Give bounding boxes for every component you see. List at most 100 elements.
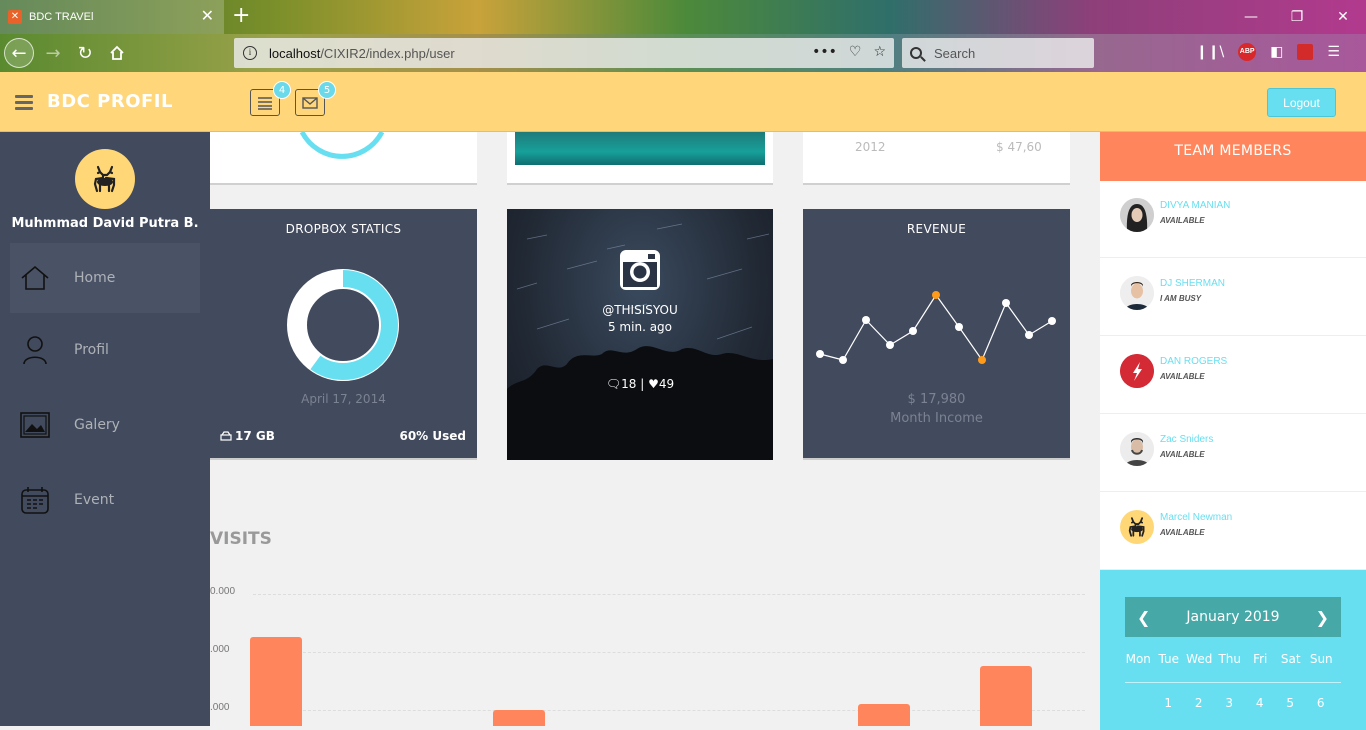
member-name: Zac Sniders xyxy=(1160,434,1214,445)
revenue-point xyxy=(862,316,870,324)
visits-bar[interactable] xyxy=(980,666,1032,726)
hdd-icon xyxy=(220,431,232,441)
revenue-point xyxy=(1025,331,1033,339)
url-actions: ••• ♡ ☆ xyxy=(812,44,886,60)
revenue-amount: $ 17,980 xyxy=(907,392,966,407)
browser-toolbar-right: ❙❙\ ABP ◧ ☰ xyxy=(1196,43,1340,61)
pocket-icon[interactable]: ♡ xyxy=(849,44,862,60)
y-axis-label: .000 xyxy=(210,644,230,655)
site-info-icon[interactable]: i xyxy=(243,46,257,60)
new-tab-button[interactable]: + xyxy=(232,3,250,29)
like-count: 49 xyxy=(658,377,675,391)
team-member[interactable]: DJ SHERMAN I AM BUSY xyxy=(1100,259,1366,336)
browser-tab[interactable]: ✕ BDC TRAVEl ✕ xyxy=(0,0,224,34)
sidebar-toggle-icon[interactable]: ◧ xyxy=(1270,44,1283,60)
calendar-date[interactable]: 3 xyxy=(1214,696,1245,710)
weekday-label: Sat xyxy=(1280,652,1301,666)
hamburger-menu-icon[interactable] xyxy=(15,95,33,110)
weekday-label: Mon xyxy=(1125,652,1151,666)
instagram-handle: @THISISYOU xyxy=(602,303,678,317)
visits-bar[interactable] xyxy=(493,710,545,726)
gallery-icon xyxy=(20,410,50,440)
page-actions-icon[interactable]: ••• xyxy=(812,44,837,60)
tab-title: BDC TRAVEl xyxy=(29,11,94,23)
sidebar-item-galery[interactable]: Galery xyxy=(10,390,200,460)
member-name: DJ SHERMAN xyxy=(1160,278,1226,289)
member-status: I AM BUSY xyxy=(1160,294,1202,303)
team-member[interactable]: DIVYA MANIAN AVAILABLE xyxy=(1100,181,1366,258)
visits-bar[interactable] xyxy=(858,704,910,726)
team-member[interactable]: Zac Sniders AVAILABLE xyxy=(1100,415,1366,492)
heart-icon: ♥ xyxy=(648,377,659,391)
calendar-date[interactable]: 6 xyxy=(1306,696,1337,710)
instagram-icon xyxy=(620,250,660,290)
visits-bar[interactable] xyxy=(250,637,302,726)
sidebar-item-home[interactable]: Home xyxy=(10,243,200,313)
reload-button[interactable]: ↻ xyxy=(70,38,100,68)
calendar-date[interactable]: 1 xyxy=(1153,696,1184,710)
close-tab-icon[interactable]: ✕ xyxy=(201,8,214,24)
mail-button[interactable]: 5 xyxy=(295,81,336,116)
instagram-card[interactable]: @THISISYOU 5 min. ago 🗨18 | ♥49 xyxy=(507,209,773,460)
minimize-button[interactable]: — xyxy=(1228,0,1274,34)
calendar-date[interactable]: 4 xyxy=(1245,696,1276,710)
url-text[interactable]: localhost/CIXIR2/index.php/user xyxy=(269,46,455,61)
url-bar[interactable]: i localhost/CIXIR2/index.php/user ••• ♡ … xyxy=(234,38,894,68)
browser-search-bar[interactable]: Search xyxy=(902,38,1094,68)
grid-line xyxy=(253,710,1085,711)
member-avatar xyxy=(1120,198,1154,232)
bookmark-star-icon[interactable]: ☆ xyxy=(873,44,886,60)
weekday-label: Fri xyxy=(1253,652,1268,666)
landscape-image xyxy=(515,132,765,165)
library-icon[interactable]: ❙❙\ xyxy=(1196,44,1224,60)
adblock-icon[interactable]: ABP xyxy=(1238,43,1257,61)
browser-home-icon xyxy=(110,45,124,60)
member-name: Marcel Newman xyxy=(1160,512,1233,523)
calendar-date[interactable]: 2 xyxy=(1184,696,1215,710)
dropbox-size: 17 GB xyxy=(235,429,275,443)
weekday-label: Sun xyxy=(1309,652,1333,666)
menu-icon[interactable]: ☰ xyxy=(1327,44,1340,60)
top-card-stats: 2012 $ 47,60 xyxy=(803,132,1070,185)
window-controls: — ❐ ✕ xyxy=(1228,0,1366,34)
chevron-right-icon[interactable]: ❯ xyxy=(1316,608,1329,627)
visits-title: VISITS xyxy=(210,529,272,549)
member-name: DIVYA MANIAN xyxy=(1160,200,1231,211)
instagram-stats: 🗨18 | ♥49 xyxy=(605,377,675,391)
chevron-left-icon[interactable]: ❮ xyxy=(1137,608,1150,627)
team-member[interactable]: DAN ROGERS AVAILABLE xyxy=(1100,337,1366,414)
close-window-button[interactable]: ✕ xyxy=(1320,0,1366,34)
tasks-button[interactable]: 4 xyxy=(250,81,291,116)
dropbox-card: DROPBOX STATICS April 17, 2014 17 GB 60%… xyxy=(210,209,477,460)
calendar-header: ❮ January 2019 ❯ xyxy=(1125,597,1341,637)
sidebar-item-profil[interactable]: Profil xyxy=(10,315,200,385)
calendar-month: January 2019 xyxy=(1186,609,1280,625)
back-button[interactable]: ← xyxy=(4,38,34,68)
revenue-point xyxy=(839,356,847,364)
member-status: AVAILABLE xyxy=(1160,372,1205,381)
logout-button[interactable]: Logout xyxy=(1267,88,1336,117)
comment-icon: 🗨 xyxy=(605,377,622,391)
revenue-title: REVENUE xyxy=(906,222,967,236)
envelope-icon xyxy=(302,96,318,109)
member-avatar xyxy=(1120,276,1154,310)
sidebar: Muhmmad David Putra B. Home Profil Galer… xyxy=(0,132,210,726)
instagram-time: 5 min. ago xyxy=(607,320,673,334)
stat-year: 2012 xyxy=(855,140,886,154)
calendar-icon xyxy=(20,485,50,515)
restore-button[interactable]: ❐ xyxy=(1274,0,1320,34)
forward-button[interactable]: → xyxy=(38,38,68,68)
sidebar-item-event[interactable]: Event xyxy=(10,465,200,535)
extension-icon[interactable] xyxy=(1297,44,1314,60)
profile-name: Muhmmad David Putra B. xyxy=(11,216,199,231)
team-member[interactable]: Marcel Newman AVAILABLE xyxy=(1100,493,1366,570)
calendar-date[interactable]: 5 xyxy=(1275,696,1306,710)
app-header: BDC PROFIL 4 5 Logout xyxy=(0,72,1366,132)
home-button[interactable] xyxy=(102,38,132,68)
revenue-line xyxy=(819,293,1053,362)
member-status: AVAILABLE xyxy=(1160,216,1205,225)
revenue-point xyxy=(909,327,917,335)
member-name: DAN ROGERS xyxy=(1160,356,1228,367)
browser-navbar: ← → ↻ i localhost/CIXIR2/index.php/user … xyxy=(0,34,1366,72)
avatar[interactable] xyxy=(75,149,135,209)
